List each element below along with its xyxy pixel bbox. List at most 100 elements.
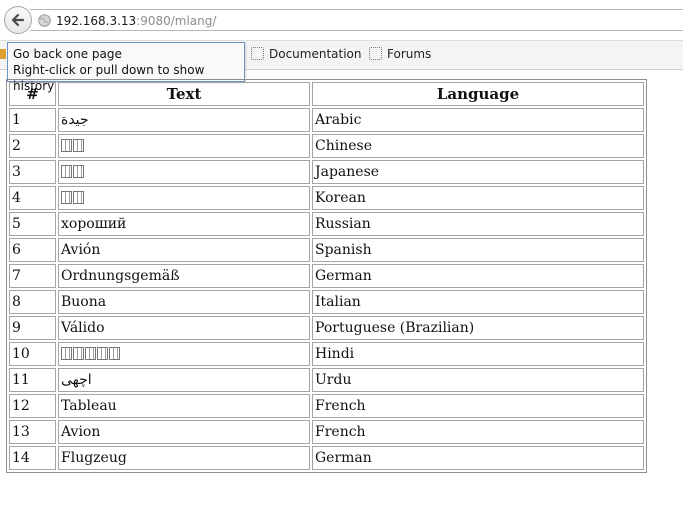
table-row: 7 Ordnungsgemäß German [9, 264, 644, 288]
table-row: 2 Chinese [9, 134, 644, 158]
bookmark-label: Forums [387, 47, 432, 61]
missing-glyph-box [73, 347, 84, 360]
cell-language: Russian [312, 212, 644, 236]
cell-number: 12 [9, 394, 56, 418]
cell-language: German [312, 264, 644, 288]
cell-text: Válido [58, 316, 310, 340]
cell-language: Korean [312, 186, 644, 210]
url-host: 192.168.3.13 [56, 14, 137, 28]
cell-number: 10 [9, 342, 56, 366]
table-row: 11 اچھی Urdu [9, 368, 644, 392]
cell-text [58, 160, 310, 184]
missing-glyph-box [73, 191, 84, 204]
table-row: 3 Japanese [9, 160, 644, 184]
browser-chrome: 192.168.3.13:9080/mlang/ Documentation F… [0, 0, 683, 93]
missing-glyph-box [97, 347, 108, 360]
cell-language: French [312, 420, 644, 444]
cell-language: Urdu [312, 368, 644, 392]
cell-text: جيدة [58, 108, 310, 132]
table-row: 8 Buona Italian [9, 290, 644, 314]
bookmark-folder-icon [369, 47, 382, 60]
cell-language: Spanish [312, 238, 644, 262]
cell-number: 1 [9, 108, 56, 132]
bookmark-forums[interactable]: Forums [369, 47, 431, 61]
cell-text: Flugzeug [58, 446, 310, 470]
cell-text-value: جيدة [61, 112, 89, 128]
cell-text-value: Flugzeug [61, 450, 127, 466]
page-content: # Text Language 1 جيدة Arabic 2 Chinese 3 Japa… [6, 79, 647, 473]
site-identity-icon[interactable] [38, 14, 51, 27]
cell-language: French [312, 394, 644, 418]
table-row: 10 Hindi [9, 342, 644, 366]
url-text[interactable]: 192.168.3.13:9080/mlang/ [56, 14, 216, 28]
table-row: 12 Tableau French [9, 394, 644, 418]
cell-text-value: Tableau [61, 398, 117, 414]
column-header-number: # [9, 82, 56, 106]
table-header-row: # Text Language [9, 82, 644, 106]
cell-text-value: Avión [61, 242, 101, 258]
cell-text-value: хороший [61, 216, 127, 232]
cell-language: Portuguese (Brazilian) [312, 316, 644, 340]
missing-glyph-box [61, 347, 72, 360]
cell-number: 3 [9, 160, 56, 184]
back-button-tooltip: Go back one page Right-click or pull dow… [7, 42, 245, 93]
cell-language: Arabic [312, 108, 644, 132]
missing-glyph-box [73, 139, 84, 152]
missing-glyph-box [61, 165, 72, 178]
cell-number: 6 [9, 238, 56, 262]
tooltip-line: Go back one page [13, 47, 122, 61]
cell-text-value: Ordnungsgemäß [61, 268, 180, 284]
missing-glyph-box [73, 165, 84, 178]
cell-text-value: Válido [61, 320, 105, 336]
cell-number: 7 [9, 264, 56, 288]
cell-text: хороший [58, 212, 310, 236]
missing-glyph-box [61, 139, 72, 152]
table-row: 5 хороший Russian [9, 212, 644, 236]
cell-text: Avión [58, 238, 310, 262]
cell-text [58, 342, 310, 366]
cell-text [58, 134, 310, 158]
table-body: 1 جيدة Arabic 2 Chinese 3 Japanese 4 Korean 5 хоро… [9, 108, 644, 470]
cell-number: 5 [9, 212, 56, 236]
cell-number: 4 [9, 186, 56, 210]
cell-language: Hindi [312, 342, 644, 366]
cell-text: Avion [58, 420, 310, 444]
cell-language: Japanese [312, 160, 644, 184]
table-row: 13 Avion French [9, 420, 644, 444]
missing-glyph-box [61, 191, 72, 204]
back-button[interactable] [4, 6, 32, 34]
cell-language: Italian [312, 290, 644, 314]
table-row: 14 Flugzeug German [9, 446, 644, 470]
cell-text [58, 186, 310, 210]
cell-text: Tableau [58, 394, 310, 418]
cell-number: 8 [9, 290, 56, 314]
cell-number: 9 [9, 316, 56, 340]
language-table: # Text Language 1 جيدة Arabic 2 Chinese 3 Japa… [6, 79, 647, 473]
column-header-text: Text [58, 82, 310, 106]
table-row: 9 Válido Portuguese (Brazilian) [9, 316, 644, 340]
bookmark-label: Documentation [269, 47, 362, 61]
cell-text-value: اچھی [61, 372, 92, 388]
bookmark-folder-icon [251, 47, 264, 60]
back-arrow-icon [11, 13, 25, 27]
cell-language: German [312, 446, 644, 470]
table-row: 1 جيدة Arabic [9, 108, 644, 132]
cell-number: 2 [9, 134, 56, 158]
cell-text: اچھی [58, 368, 310, 392]
cell-number: 11 [9, 368, 56, 392]
cell-text: Buona [58, 290, 310, 314]
column-header-language: Language [312, 82, 644, 106]
table-row: 4 Korean [9, 186, 644, 210]
missing-glyph-box [109, 347, 120, 360]
cell-text: Ordnungsgemäß [58, 264, 310, 288]
navigation-bar: 192.168.3.13:9080/mlang/ [0, 4, 683, 34]
table-row: 6 Avión Spanish [9, 238, 644, 262]
cell-number: 14 [9, 446, 56, 470]
missing-glyph-box [85, 347, 96, 360]
cell-language: Chinese [312, 134, 644, 158]
url-path: :9080/mlang/ [136, 14, 217, 28]
cell-text-value: Buona [61, 294, 107, 310]
cell-number: 13 [9, 420, 56, 444]
cell-text-value: Avion [61, 424, 101, 440]
bookmark-documentation[interactable]: Documentation [251, 47, 362, 61]
